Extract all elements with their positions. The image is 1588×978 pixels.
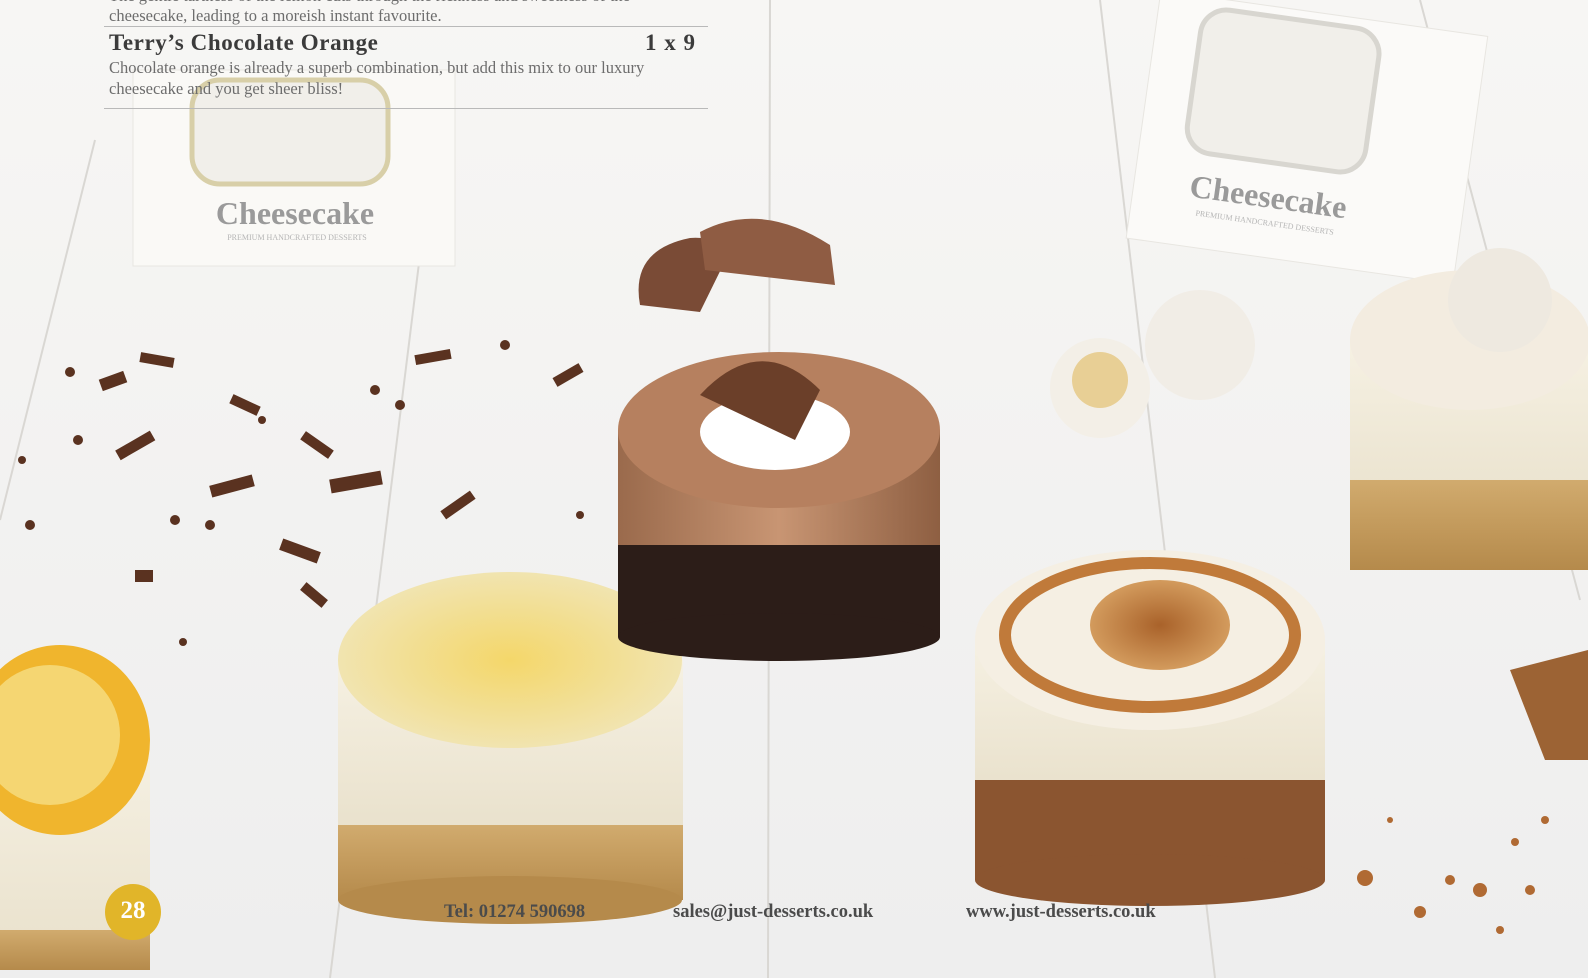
page-number-badge: 28 [105,884,161,940]
product-quantity: 1 x 9 [645,30,696,55]
cheesecake-box-right: Cheesecake PREMIUM HANDCRAFTED DESSERTS [1125,0,1489,285]
biscoff-cheesecake [975,550,1325,906]
footer-website[interactable]: www.just-desserts.co.uk [966,902,1156,923]
product-header: Terry’s Chocolate Orange 1 x 9 [109,30,696,56]
product-list: The gentle tartness of the lemon cuts th… [104,0,708,109]
svg-text:PREMIUM HANDCRAFTED DESSERTS: PREMIUM HANDCRAFTED DESSERTS [227,233,367,242]
product-name: Terry’s Chocolate Orange [109,30,379,55]
divider-top [104,26,708,27]
svg-text:Cheesecake: Cheesecake [216,195,374,231]
coconut-cheesecake-right [1350,248,1588,570]
product-row: Terry’s Chocolate Orange 1 x 9 Chocolate… [104,30,708,108]
divider-bottom [104,108,708,109]
previous-item-description: The gentle tartness of the lemon cuts th… [109,0,630,25]
footer-email[interactable]: sales@just-desserts.co.uk [673,902,873,923]
product-photo: Cheesecake PREMIUM HANDCRAFTED DESSERTS … [0,0,1588,978]
footer-telephone: Tel: 01274 590698 [444,902,586,922]
chocolate-orange-cheesecake [618,352,940,661]
page-footer: 28 Tel: 01274 590698 sales@just-desserts… [0,882,1588,942]
product-description: Chocolate orange is already a superb com… [109,58,645,98]
